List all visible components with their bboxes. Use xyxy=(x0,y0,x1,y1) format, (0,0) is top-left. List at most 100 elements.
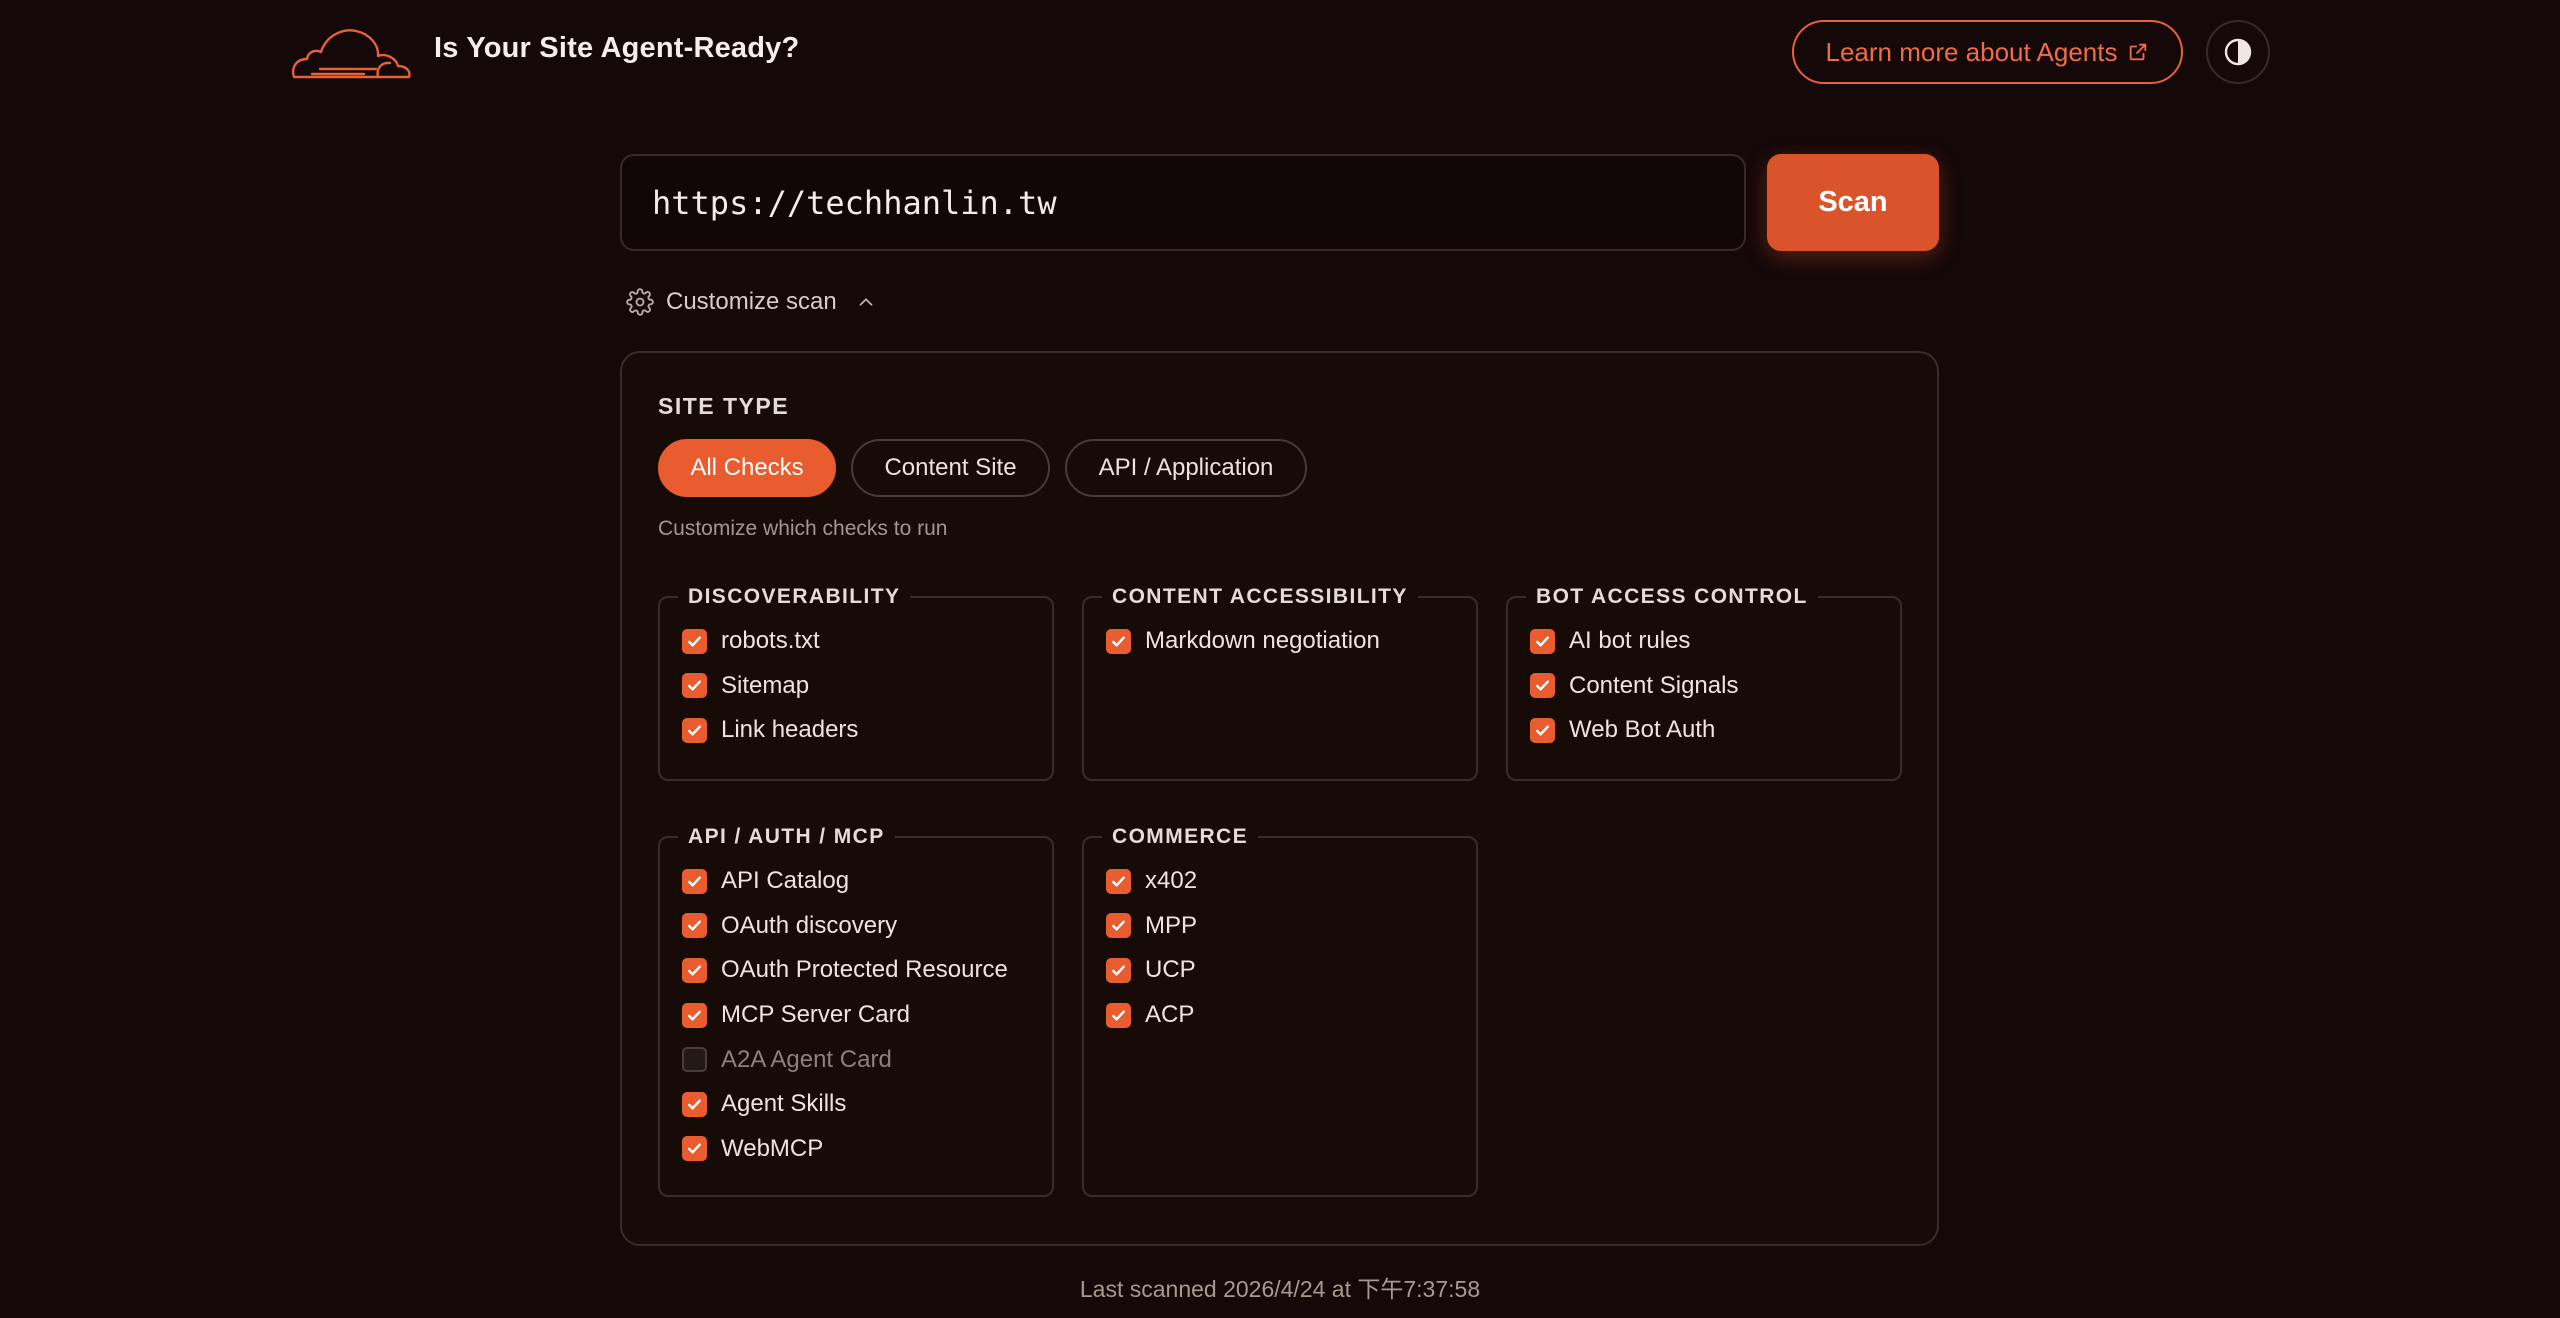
check-item[interactable]: A2A Agent Card xyxy=(682,1037,1052,1082)
check-item-label: API Catalog xyxy=(721,867,850,895)
check-item-label: Content Signals xyxy=(1569,671,1739,699)
group-discoverability: DISCOVERABILITY robots.txt Sitemap Link he… xyxy=(658,585,1054,781)
check-item[interactable]: Link headers xyxy=(682,708,1052,753)
site-title: Is Your Site Agent-Ready? xyxy=(434,32,800,64)
check-item[interactable]: OAuth discovery xyxy=(682,904,1052,949)
customize-panel: SITE TYPE All Checks Content Site API / … xyxy=(620,351,1939,1246)
group-title: CONTENT ACCESSIBILITY xyxy=(1112,585,1408,608)
check-item-label: OAuth discovery xyxy=(721,911,898,939)
checkmark-icon xyxy=(1536,725,1549,736)
customize-scan-toggle[interactable]: Customize scan xyxy=(626,284,877,320)
group-title: BOT ACCESS CONTROL xyxy=(1536,585,1808,608)
checkmark-icon xyxy=(1112,965,1125,976)
site-type-api-application[interactable]: API / Application xyxy=(1065,439,1307,497)
checkmark-icon xyxy=(1112,920,1125,931)
check-item-label: OAuth Protected Resource xyxy=(721,956,1008,984)
checkbox-checked[interactable] xyxy=(682,1091,707,1117)
checkmark-icon xyxy=(688,636,701,647)
group-content-accessibility: CONTENT ACCESSIBILITY Markdown negotiati… xyxy=(1082,585,1478,781)
checkmark-icon xyxy=(688,920,701,931)
top-header: Is Your Site Agent-Ready? Learn more abo… xyxy=(0,0,2560,104)
checkbox-checked[interactable] xyxy=(682,673,707,699)
learn-more-label: Learn more about Agents xyxy=(1825,36,2118,67)
check-item[interactable]: x402 xyxy=(1106,859,1476,904)
checkbox-checked[interactable] xyxy=(1106,868,1131,894)
gear-icon xyxy=(626,288,654,316)
checkmark-icon xyxy=(1112,876,1125,887)
check-item[interactable]: Web Bot Auth xyxy=(1530,708,1900,753)
checkmark-icon xyxy=(688,965,701,976)
check-item[interactable]: Markdown negotiation xyxy=(1106,619,1476,664)
checkmark-icon xyxy=(688,1143,701,1154)
check-list: AI bot rules Content Signals Web Bot Auth xyxy=(1508,609,1900,753)
check-item[interactable]: AI bot rules xyxy=(1530,619,1900,664)
group-commerce: COMMERCE x402 MPP UCP ACP xyxy=(1082,825,1478,1197)
check-item[interactable]: Agent Skills xyxy=(682,1082,1052,1127)
checkbox-checked[interactable] xyxy=(1106,957,1131,983)
check-list: Markdown negotiation xyxy=(1084,609,1476,664)
check-item[interactable]: MCP Server Card xyxy=(682,993,1052,1038)
check-item-label: x402 xyxy=(1145,867,1198,895)
checkbox-checked[interactable] xyxy=(682,913,707,939)
checkmark-icon xyxy=(688,680,701,691)
checkmark-icon xyxy=(1536,680,1549,691)
group-title: DISCOVERABILITY xyxy=(688,585,901,608)
check-item-label: UCP xyxy=(1145,956,1196,984)
checkbox-checked[interactable] xyxy=(1530,673,1555,699)
check-item[interactable]: MPP xyxy=(1106,904,1476,949)
check-item-label: MCP Server Card xyxy=(721,1001,910,1029)
site-type-content-site[interactable]: Content Site xyxy=(851,439,1050,497)
checkmark-icon xyxy=(1112,636,1125,647)
contrast-icon xyxy=(2224,38,2252,66)
check-item-label: Web Bot Auth xyxy=(1569,716,1716,744)
checkbox-checked[interactable] xyxy=(1106,913,1131,939)
learn-more-button[interactable]: Learn more about Agents xyxy=(1792,20,2183,84)
checkbox-checked[interactable] xyxy=(682,957,707,983)
group-api-auth-mcp: API / AUTH / MCP API Catalog OAuth discov… xyxy=(658,825,1054,1197)
check-list: robots.txt Sitemap Link headers xyxy=(660,609,1052,753)
site-type-all-checks[interactable]: All Checks xyxy=(658,439,836,497)
site-type-heading: SITE TYPE xyxy=(658,393,790,419)
check-item-label: Markdown negotiation xyxy=(1145,627,1380,655)
checkbox-checked[interactable] xyxy=(682,628,707,654)
check-item[interactable]: OAuth Protected Resource xyxy=(682,948,1052,993)
checkbox-checked[interactable] xyxy=(682,1136,707,1162)
checkbox-checked[interactable] xyxy=(1530,717,1555,743)
checkmark-icon xyxy=(688,1099,701,1110)
check-item-label: Link headers xyxy=(721,716,859,744)
check-item[interactable]: Content Signals xyxy=(1530,664,1900,709)
check-item-label: WebMCP xyxy=(721,1134,824,1162)
checkbox-checked[interactable] xyxy=(682,1002,707,1028)
check-item[interactable]: Sitemap xyxy=(682,664,1052,709)
checkbox-checked[interactable] xyxy=(1530,628,1555,654)
checkbox-unchecked[interactable] xyxy=(682,1047,707,1073)
checkbox-checked[interactable] xyxy=(1106,628,1131,654)
site-type-helper: Customize which checks to run xyxy=(658,517,948,540)
url-input[interactable] xyxy=(620,154,1746,251)
check-item-label: Agent Skills xyxy=(721,1090,847,1118)
check-item-label: A2A Agent Card xyxy=(721,1045,892,1073)
group-bot-access-control: BOT ACCESS CONTROL AI bot rules Content S… xyxy=(1506,585,1902,781)
checkmark-icon xyxy=(688,1010,701,1021)
check-item-label: Sitemap xyxy=(721,671,810,699)
checkbox-checked[interactable] xyxy=(682,868,707,894)
theme-toggle-button[interactable] xyxy=(2206,20,2270,84)
checkbox-checked[interactable] xyxy=(1106,1002,1131,1028)
check-item-label: AI bot rules xyxy=(1569,627,1691,655)
check-item-label: ACP xyxy=(1145,1001,1195,1029)
last-scanned-text: Last scanned 2026/4/24 at 下午7:37:58 xyxy=(1079,1276,1481,1302)
check-item[interactable]: WebMCP xyxy=(682,1127,1052,1172)
checkmark-icon xyxy=(688,876,701,887)
scan-button[interactable]: Scan xyxy=(1767,154,1939,251)
check-list: API Catalog OAuth discovery OAuth Protecte… xyxy=(660,849,1052,1171)
group-title: COMMERCE xyxy=(1112,825,1249,848)
cloud-logo-icon[interactable] xyxy=(290,22,412,80)
checkmark-icon xyxy=(1536,636,1549,647)
check-item[interactable]: ACP xyxy=(1106,993,1476,1038)
checkmark-icon xyxy=(1112,1010,1125,1021)
checkmark-icon xyxy=(688,725,701,736)
checkbox-checked[interactable] xyxy=(682,717,707,743)
check-item[interactable]: UCP xyxy=(1106,948,1476,993)
check-item[interactable]: robots.txt xyxy=(682,619,1052,664)
check-item[interactable]: API Catalog xyxy=(682,859,1052,904)
